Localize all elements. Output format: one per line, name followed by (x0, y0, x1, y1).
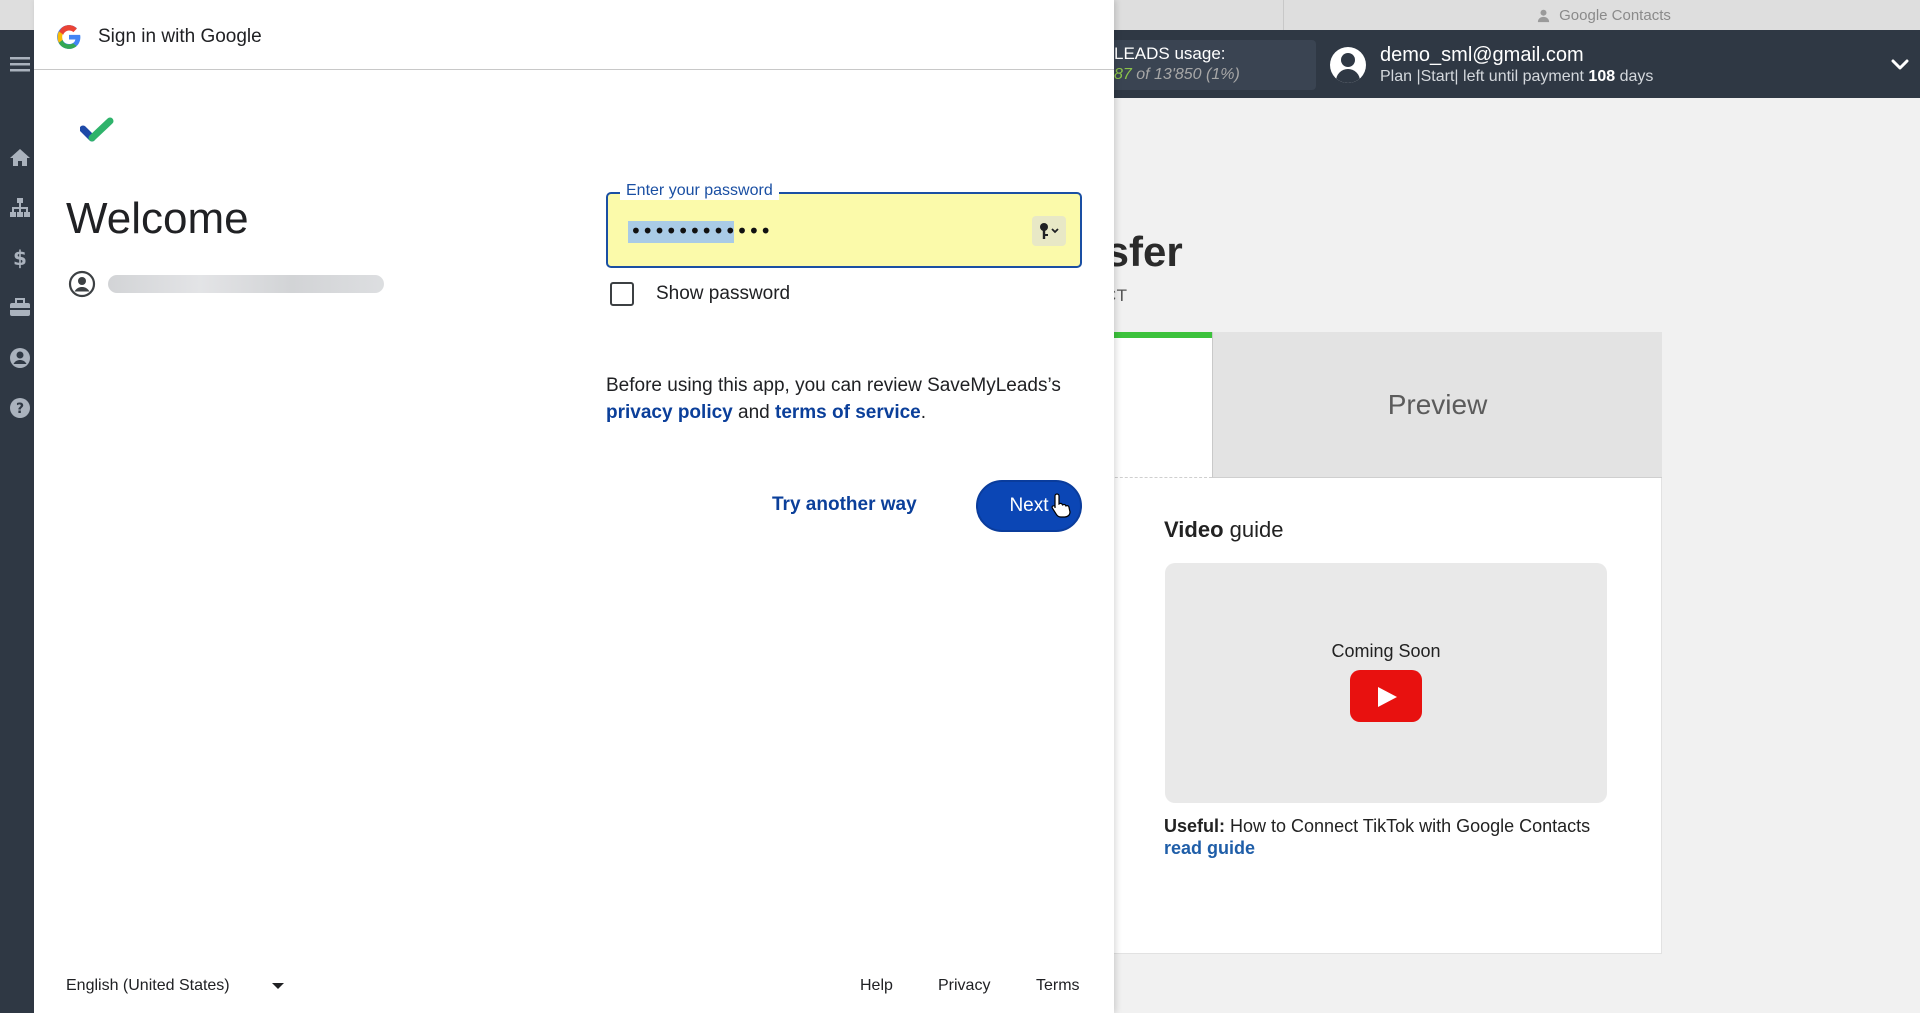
privacy-policy-link[interactable]: privacy policy (606, 402, 733, 423)
home-icon[interactable] (8, 146, 32, 170)
video-guide-rest: guide (1223, 517, 1284, 542)
useful-title: How to Connect TikTok with Google Contac… (1225, 816, 1591, 836)
account-circle-icon (68, 270, 96, 298)
dollar-icon[interactable]: $ (8, 246, 32, 270)
account-plan-suffix: days (1615, 68, 1654, 85)
hand-cursor-icon (1051, 493, 1071, 518)
welcome-heading: Welcome (66, 194, 249, 243)
language-selector[interactable]: English (United States) (66, 977, 284, 995)
person-icon (1538, 9, 1550, 22)
read-guide-link[interactable]: read guide (1164, 838, 1255, 859)
tab-google-contacts[interactable]: Google Contacts (1283, 0, 1920, 30)
video-placeholder[interactable]: Coming Soon (1165, 563, 1607, 803)
leads-usage: LEADS usage: 87 of 13'850 (1%) (1108, 40, 1316, 90)
key-icon[interactable] (1032, 216, 1066, 246)
leads-usage-used: 87 (1114, 66, 1132, 83)
chevron-down-icon[interactable] (1888, 52, 1912, 76)
footer-privacy-link[interactable]: Privacy (938, 977, 990, 995)
review-notice: Before using this app, you can review Sa… (606, 372, 1086, 426)
avatar (1330, 47, 1366, 83)
briefcase-icon[interactable] (8, 296, 32, 320)
account-chip[interactable] (68, 270, 384, 298)
show-password-checkbox[interactable] (610, 282, 634, 306)
footer-terms-link[interactable]: Terms (1036, 977, 1080, 995)
svg-text:?: ? (16, 401, 24, 417)
signin-window-title: Sign in with Google (98, 26, 262, 47)
leads-usage-rest: of 13'850 (1%) (1131, 66, 1240, 83)
svg-text:$: $ (13, 246, 27, 270)
review-and: and (732, 402, 775, 423)
show-password-label[interactable]: Show password (656, 283, 790, 305)
useful-guide-text: Useful: How to Connect TikTok with Googl… (1164, 816, 1590, 837)
leads-usage-value: 87 of 13'850 (1%) (1114, 64, 1316, 86)
menu-icon[interactable] (8, 52, 32, 76)
useful-label: Useful: (1164, 816, 1226, 836)
tab-preview[interactable]: Preview (1212, 332, 1662, 478)
account-info: demo_sml@gmail.com Plan |Start| left unt… (1380, 43, 1653, 87)
review-period: . (920, 402, 927, 423)
tab-divider (1100, 477, 1212, 478)
user-icon[interactable] (8, 346, 32, 370)
video-guide-heading: Video guide (1164, 517, 1283, 543)
account-plan-days: 108 (1588, 68, 1616, 85)
account-email: demo_sml@gmail.com (1380, 44, 1584, 66)
video-guide-bold: Video (1164, 517, 1224, 542)
youtube-play-icon[interactable] (1350, 670, 1422, 722)
show-password-row[interactable]: Show password (610, 282, 790, 306)
review-prefix: Before using this app, you can review Sa… (606, 375, 1061, 396)
terms-of-service-link[interactable]: terms of service (775, 402, 921, 423)
google-signin-window: Sign in with Google Welcome Enter your p… (34, 0, 1114, 1013)
active-tab-indicator (1100, 332, 1212, 338)
blurred-account-email (108, 275, 384, 293)
footer-help-link[interactable]: Help (860, 977, 893, 995)
help-icon[interactable]: ? (8, 396, 32, 420)
tab-google-contacts-label: Google Contacts (1559, 6, 1671, 24)
savemyleads-logo-icon (80, 117, 114, 142)
caret-down-icon (271, 983, 284, 989)
signin-header: Sign in with Google (34, 0, 1114, 70)
account-plan: Plan |Start| left until payment 108 days (1380, 67, 1653, 87)
try-another-way-button[interactable]: Try another way (772, 494, 917, 516)
sitemap-icon[interactable] (8, 196, 32, 220)
language-label: English (United States) (66, 977, 230, 994)
google-logo-icon (57, 25, 81, 49)
account-plan-prefix: Plan |Start| left until payment (1380, 68, 1589, 85)
app-sidebar: $ ? (0, 30, 34, 1013)
account-menu[interactable]: demo_sml@gmail.com Plan |Start| left unt… (1330, 40, 1653, 90)
leads-usage-label: LEADS usage: (1114, 44, 1226, 63)
password-input[interactable]: •••••••••••• (630, 219, 772, 243)
coming-soon-label: Coming Soon (1331, 641, 1441, 661)
password-field[interactable]: Enter your password •••••••••••• (606, 182, 1082, 268)
password-label: Enter your password (620, 182, 779, 200)
